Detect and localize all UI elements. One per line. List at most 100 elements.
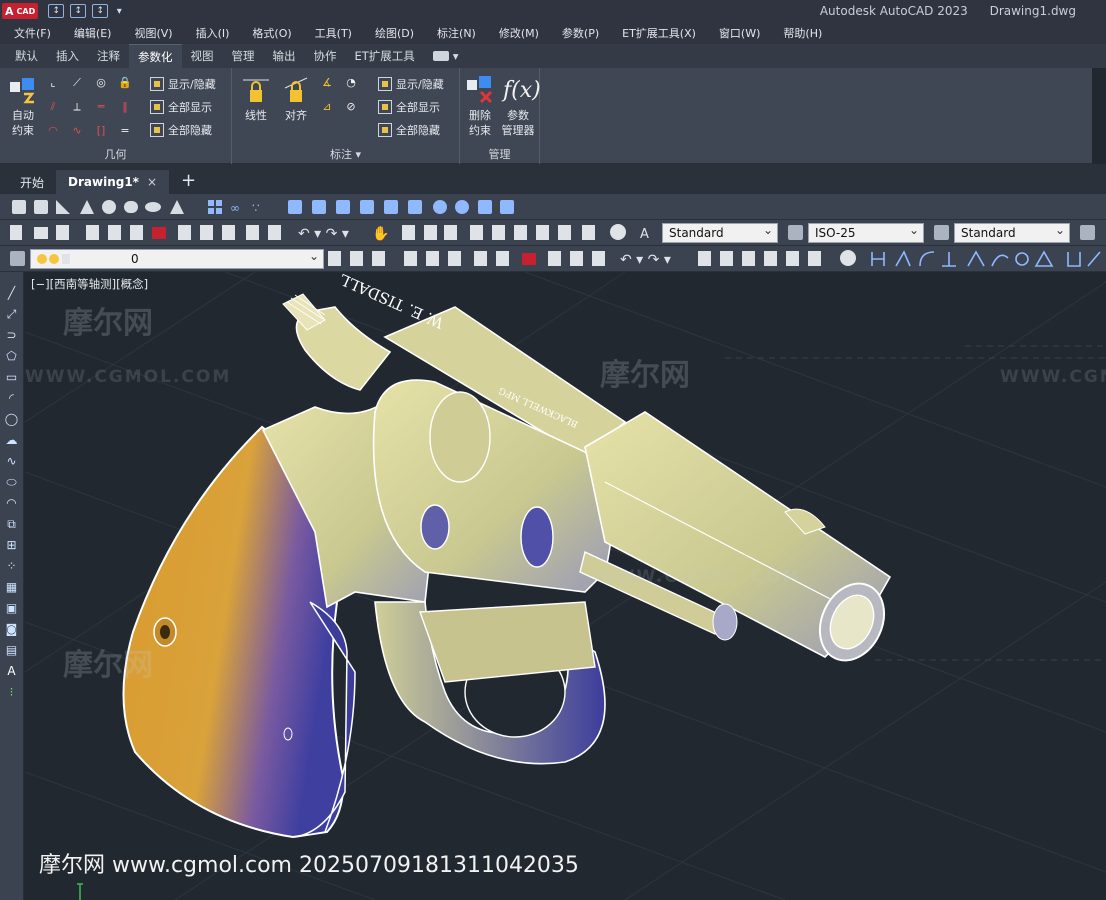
toolbar-standard-icons[interactable]: ↶ ▾ ↷ ▾ ✋ A bbox=[0, 220, 660, 246]
watermark-url: WWW.CGMOL.COM bbox=[595, 567, 802, 587]
hatch-icon[interactable]: ▦ bbox=[4, 580, 19, 595]
rectangle-icon[interactable]: ▭ bbox=[4, 370, 19, 385]
layer-select[interactable]: 0 bbox=[30, 249, 324, 269]
dim-hide-all-icon bbox=[378, 123, 392, 137]
document-tabs: 开始 Drawing1* × + bbox=[0, 164, 1106, 194]
menu-window[interactable]: 窗口(W) bbox=[719, 25, 760, 41]
line-icon[interactable]: ╱ bbox=[4, 286, 19, 301]
table-style-select[interactable]: Standard bbox=[954, 223, 1070, 243]
toolbar-3d-icons[interactable]: ∞ ∵ bbox=[0, 194, 520, 220]
ellipse-arc-icon[interactable]: ◠ bbox=[4, 496, 19, 511]
table-icon[interactable]: ▤ bbox=[4, 643, 19, 658]
menu-express-tools[interactable]: ET扩展工具(X) bbox=[622, 25, 696, 41]
tab-view[interactable]: 视图 bbox=[182, 44, 223, 68]
menu-help[interactable]: 帮助(H) bbox=[783, 25, 822, 41]
geo-show-all-button[interactable]: 全部显示 bbox=[150, 99, 212, 115]
horizontal-icon[interactable]: ═ bbox=[94, 100, 108, 114]
layer-properties-icon[interactable] bbox=[10, 251, 25, 266]
menu-modify[interactable]: 修改(M) bbox=[499, 25, 539, 41]
smooth-icon[interactable]: ∿ bbox=[70, 124, 84, 138]
dim-style-select[interactable]: ISO-25 bbox=[808, 223, 924, 243]
table-style-icon[interactable] bbox=[934, 225, 949, 240]
multileader-style-icon[interactable] bbox=[1080, 225, 1095, 240]
equal-icon[interactable]: = bbox=[118, 124, 132, 138]
parallel-icon[interactable]: ⫽ bbox=[46, 100, 60, 114]
tab-annotate[interactable]: 注释 bbox=[88, 44, 129, 68]
dim-hide-all-button[interactable]: 全部隐藏 bbox=[378, 122, 440, 138]
ellipse-icon[interactable]: ⬭ bbox=[4, 475, 19, 490]
tab-parametric[interactable]: 参数化 bbox=[129, 44, 182, 68]
text-style-select[interactable]: Standard bbox=[662, 223, 778, 243]
point-icon[interactable]: ⁘ bbox=[4, 559, 19, 574]
polygon-icon[interactable]: ⬠ bbox=[4, 349, 19, 364]
coincident-icon[interactable]: ⌞ bbox=[46, 76, 60, 90]
make-block-icon[interactable]: ⊞ bbox=[4, 538, 19, 553]
arc-icon[interactable]: ◜ bbox=[4, 391, 19, 406]
panel-dimensional-label[interactable]: 标注 ▾ bbox=[232, 146, 459, 162]
radial-icon[interactable]: ◔ bbox=[344, 76, 358, 90]
sync-icon[interactable]: ↕ bbox=[70, 4, 87, 18]
aligned-label: 对齐 bbox=[285, 109, 307, 122]
region-icon[interactable]: ◙ bbox=[4, 622, 19, 637]
params-manager-button[interactable]: f(x) 参数 管理器 bbox=[498, 76, 541, 138]
linear-button[interactable]: 线性 bbox=[238, 76, 274, 123]
diametric-icon[interactable]: ⊘ bbox=[344, 100, 358, 114]
menu-view[interactable]: 视图(V) bbox=[134, 25, 172, 41]
app-logo[interactable]: A CAD bbox=[2, 3, 39, 19]
convert-icon[interactable]: ⊿ bbox=[320, 100, 334, 114]
collinear-icon[interactable]: ⟋ bbox=[70, 76, 84, 90]
ribbon-panel-area: 自动 约束 ⌞ ⟋ ◎ 🔒 ⫽ ⟂ ═ ‖ ◠ ∿ [] = 显示/隐藏 全部显… bbox=[0, 68, 1092, 164]
insert-block-icon[interactable]: ⧉ bbox=[4, 517, 19, 532]
fix-icon[interactable]: 🔒 bbox=[118, 76, 132, 90]
toolbar-layer-icons[interactable]: ↶ ▾ ↷ ▾ bbox=[324, 246, 1106, 272]
delete-constraints-button[interactable]: 删除 约束 bbox=[464, 76, 496, 138]
menu-dimension[interactable]: 标注(N) bbox=[437, 25, 476, 41]
angular-icon[interactable]: ∡ bbox=[320, 76, 334, 90]
menu-parametric[interactable]: 参数(P) bbox=[562, 25, 599, 41]
vertical-icon[interactable]: ‖ bbox=[118, 100, 132, 114]
revcloud-icon[interactable]: ☁ bbox=[4, 433, 19, 448]
auto-constrain-button[interactable]: 自动 约束 bbox=[6, 76, 40, 138]
dim-show-hide-button[interactable]: 显示/隐藏 bbox=[378, 76, 444, 92]
menu-draw[interactable]: 绘图(D) bbox=[375, 25, 414, 41]
tab-default[interactable]: 默认 bbox=[6, 44, 47, 68]
menu-edit[interactable]: 编辑(E) bbox=[74, 25, 112, 41]
spline-icon[interactable]: ∿ bbox=[4, 454, 19, 469]
watermark-cn: 摩尔网 bbox=[63, 306, 153, 341]
drawing-tab[interactable]: Drawing1* × bbox=[56, 170, 170, 194]
model-viewport[interactable]: W. E. TISDALL BLACKWELL MFG [−][西南等轴测][概… bbox=[25, 272, 1106, 900]
share-icon[interactable]: ↕ bbox=[92, 4, 109, 18]
app-title: Autodesk AutoCAD 2023 bbox=[819, 4, 968, 18]
perpendicular-icon[interactable]: ⟂ bbox=[70, 100, 84, 114]
add-selected-icon[interactable]: ⁝ bbox=[4, 685, 19, 700]
qat-dropdown-icon[interactable]: ▾ bbox=[114, 4, 124, 18]
concentric-icon[interactable]: ◎ bbox=[94, 76, 108, 90]
tangent-icon[interactable]: ◠ bbox=[46, 124, 60, 138]
viewport-controls-label[interactable]: [−][西南等轴测][概念] bbox=[31, 276, 148, 292]
mtext-icon[interactable]: A bbox=[4, 664, 19, 679]
new-tab-button[interactable]: + bbox=[169, 170, 208, 194]
menu-file[interactable]: 文件(F) bbox=[14, 25, 51, 41]
symmetric-icon[interactable]: [] bbox=[94, 124, 108, 138]
dim-style-icon[interactable] bbox=[788, 225, 803, 240]
tab-insert[interactable]: 插入 bbox=[47, 44, 88, 68]
polyline-icon[interactable]: ⊃ bbox=[4, 328, 19, 343]
tab-collaborate[interactable]: 协作 bbox=[305, 44, 346, 68]
geo-show-hide-button[interactable]: 显示/隐藏 bbox=[150, 76, 216, 92]
tab-express-tools[interactable]: ET扩展工具 bbox=[346, 44, 424, 68]
menu-format[interactable]: 格式(O) bbox=[252, 25, 291, 41]
close-tab-icon[interactable]: × bbox=[147, 175, 157, 189]
aligned-button[interactable]: 对齐 bbox=[278, 76, 314, 123]
dim-show-all-button[interactable]: 全部显示 bbox=[378, 99, 440, 115]
tab-manage[interactable]: 管理 bbox=[223, 44, 264, 68]
workspace-icon[interactable]: ↕ bbox=[48, 4, 65, 18]
start-tab[interactable]: 开始 bbox=[8, 170, 56, 194]
menu-tools[interactable]: 工具(T) bbox=[315, 25, 352, 41]
geo-hide-all-button[interactable]: 全部隐藏 bbox=[150, 122, 212, 138]
circle-icon[interactable]: ◯ bbox=[4, 412, 19, 427]
gradient-icon[interactable]: ▣ bbox=[4, 601, 19, 616]
tab-output[interactable]: 输出 bbox=[264, 44, 305, 68]
ribbon-minimize-button[interactable]: ▾ bbox=[424, 44, 468, 68]
menu-insert[interactable]: 插入(I) bbox=[196, 25, 230, 41]
construction-line-icon[interactable]: ⤢ bbox=[4, 307, 19, 322]
